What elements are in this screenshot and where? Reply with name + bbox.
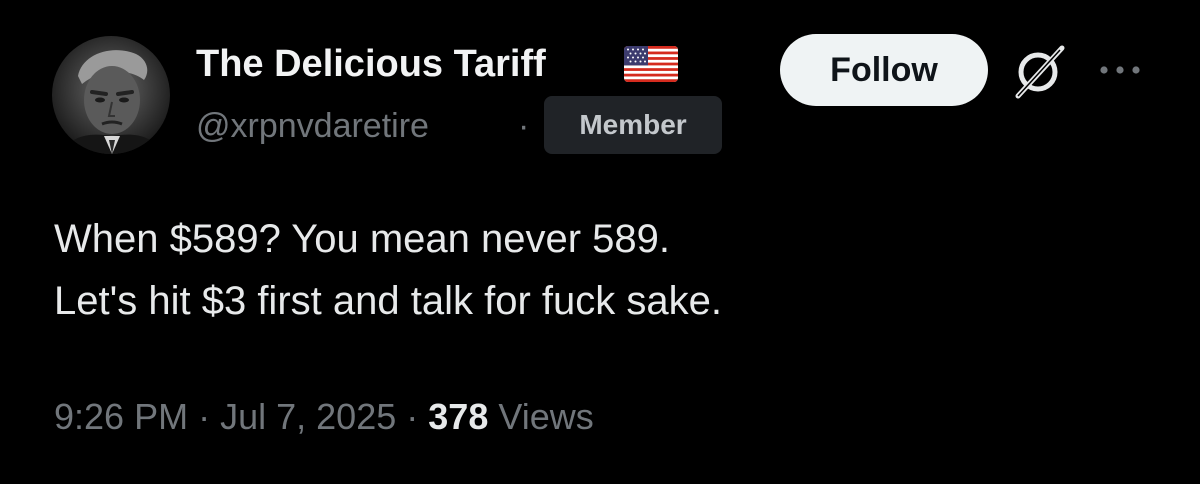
grok-icon[interactable]: [1010, 42, 1068, 100]
meta-separator: ·: [406, 396, 419, 437]
post-text-line: Let's hit $3 first and talk for fuck sak…: [54, 279, 722, 323]
post-text: When $589? You mean never 589. Let's hit…: [54, 208, 1154, 332]
post-card: The Delicious Tariff @xrpnvdaretire · Me…: [0, 0, 1200, 484]
meta-separator: ·: [198, 396, 211, 437]
post-time[interactable]: 9:26 PM: [54, 396, 188, 437]
member-badge: Member: [544, 96, 722, 154]
views-count: 378: [428, 396, 489, 437]
handle-separator: ·: [518, 107, 530, 145]
views-label: Views: [498, 396, 594, 437]
more-icon[interactable]: [1098, 62, 1142, 78]
avatar[interactable]: [52, 36, 170, 154]
user-handle[interactable]: @xrpnvdaretire: [196, 104, 429, 148]
post-date[interactable]: Jul 7, 2025: [220, 396, 396, 437]
post-text-line: When $589? You mean never 589.: [54, 217, 671, 261]
display-name[interactable]: The Delicious Tariff: [196, 40, 546, 88]
us-flag-icon: [624, 46, 678, 82]
follow-button[interactable]: Follow: [780, 34, 988, 106]
post-meta: 9:26 PM · Jul 7, 2025 · 378 Views: [54, 392, 594, 442]
avatar-photo: [62, 50, 162, 154]
